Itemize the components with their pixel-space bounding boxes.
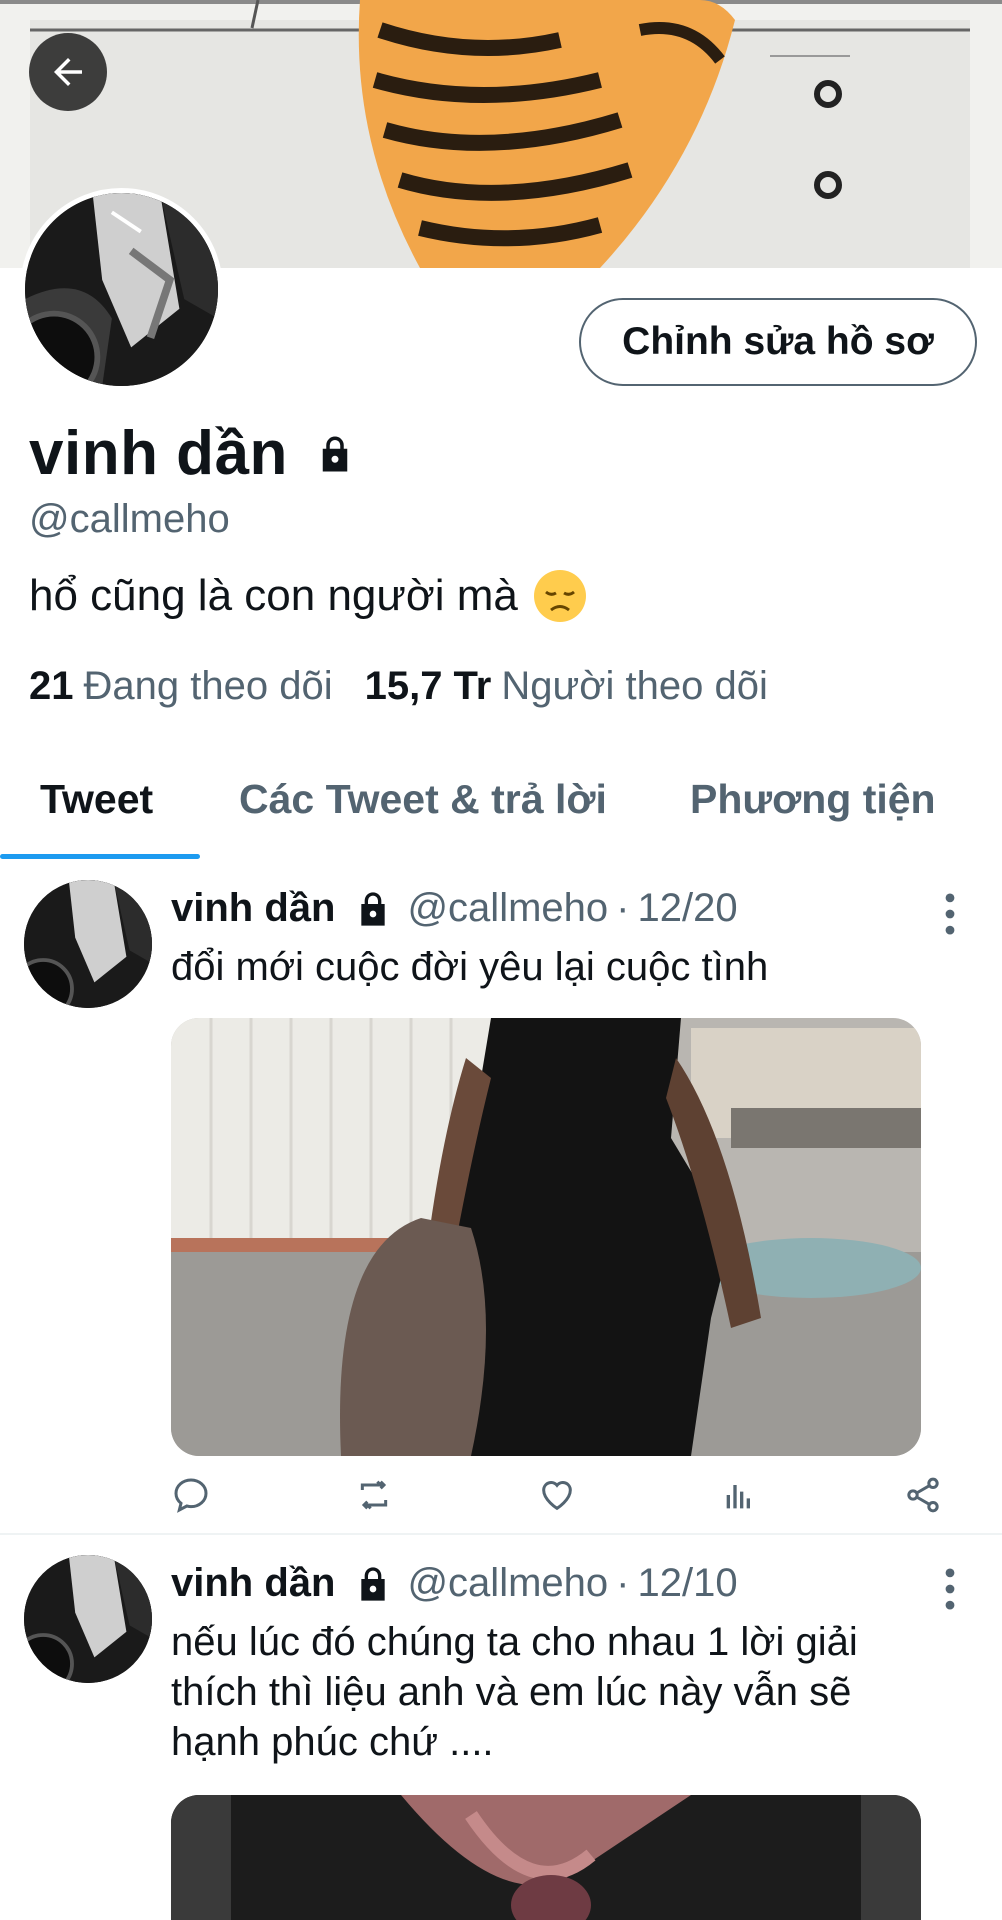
lock-icon xyxy=(361,891,386,926)
heart-icon xyxy=(542,1481,572,1511)
retweet-icon xyxy=(360,1480,388,1510)
back-button[interactable] xyxy=(29,33,107,111)
tweet-author-name[interactable]: vinh dần xyxy=(171,886,335,931)
followers-count[interactable]: 15,7 Tr xyxy=(365,664,492,709)
tweet-actions xyxy=(171,1475,951,1525)
tweet-date[interactable]: 12/20 xyxy=(637,886,737,931)
analytics-button[interactable] xyxy=(720,1475,760,1515)
retweet-button[interactable] xyxy=(354,1475,394,1515)
share-button[interactable] xyxy=(903,1475,943,1515)
tweet-item[interactable]: vinh dần @callmeho · 12/10 nếu lúc đó ch… xyxy=(0,1535,1002,1920)
following-count[interactable]: 21 xyxy=(29,664,74,709)
tweet-header: vinh dần @callmeho · 12/10 xyxy=(171,1561,738,1606)
tweet-item[interactable]: vinh dần @callmeho · 12/20 đổi mới cuộc … xyxy=(0,860,1002,1540)
more-vertical-icon[interactable] xyxy=(936,892,964,936)
tweet-author-avatar[interactable] xyxy=(24,1555,152,1683)
share-icon xyxy=(907,1477,939,1513)
tweet-text: nếu lúc đó chúng ta cho nhau 1 lời giải … xyxy=(171,1620,858,1764)
tweet-author-handle[interactable]: @callmeho xyxy=(407,1561,608,1606)
tweet-header: vinh dần @callmeho · 12/20 xyxy=(171,886,738,931)
profile-name-text: vinh dần xyxy=(29,419,288,488)
profile-bio-text: hổ cũng là con người mà xyxy=(29,571,518,620)
followers-label[interactable]: Người theo dõi xyxy=(501,664,767,709)
more-vertical-icon[interactable] xyxy=(936,1567,964,1611)
tweet-media-image[interactable] xyxy=(171,1795,921,1920)
reply-button[interactable] xyxy=(171,1475,211,1515)
tweet-author-name[interactable]: vinh dần xyxy=(171,1561,335,1606)
lock-icon xyxy=(322,436,348,471)
tab-tweets-and-replies[interactable]: Các Tweet & trả lời xyxy=(239,776,607,823)
arrow-left-icon xyxy=(54,58,82,86)
tweet-separator: · xyxy=(616,1561,630,1605)
tab-tweets[interactable]: Tweet xyxy=(40,776,153,823)
active-tab-indicator xyxy=(0,854,200,859)
following-label[interactable]: Đang theo dõi xyxy=(84,664,333,709)
like-button[interactable] xyxy=(537,1475,577,1515)
profile-display-name: vinh dần xyxy=(29,418,356,489)
tweet-date[interactable]: 12/10 xyxy=(637,1561,737,1606)
tweet-text: đổi mới cuộc đời yêu lại cuộc tình xyxy=(171,945,769,989)
analytics-icon xyxy=(726,1485,750,1509)
tweet-media-image[interactable] xyxy=(171,1018,921,1456)
reply-icon xyxy=(174,1478,208,1513)
profile-tabs: Tweet Các Tweet & trả lời Phương tiện xyxy=(0,760,1002,860)
follow-stats: 21 Đang theo dõi 15,7 Tr Người theo dõi xyxy=(29,664,768,709)
profile-avatar[interactable] xyxy=(20,188,223,391)
tab-media[interactable]: Phương tiện xyxy=(690,776,936,823)
profile-handle: @callmeho xyxy=(29,497,230,541)
disappointed-face-emoji xyxy=(533,570,586,622)
profile-bio: hổ cũng là con người mà xyxy=(29,568,588,624)
tweet-author-avatar[interactable] xyxy=(24,880,152,1008)
tweet-separator: · xyxy=(616,886,630,930)
edit-profile-button[interactable]: Chỉnh sửa hồ sơ xyxy=(579,298,977,386)
tweet-author-handle[interactable]: @callmeho xyxy=(407,886,608,931)
lock-icon xyxy=(361,1566,386,1601)
